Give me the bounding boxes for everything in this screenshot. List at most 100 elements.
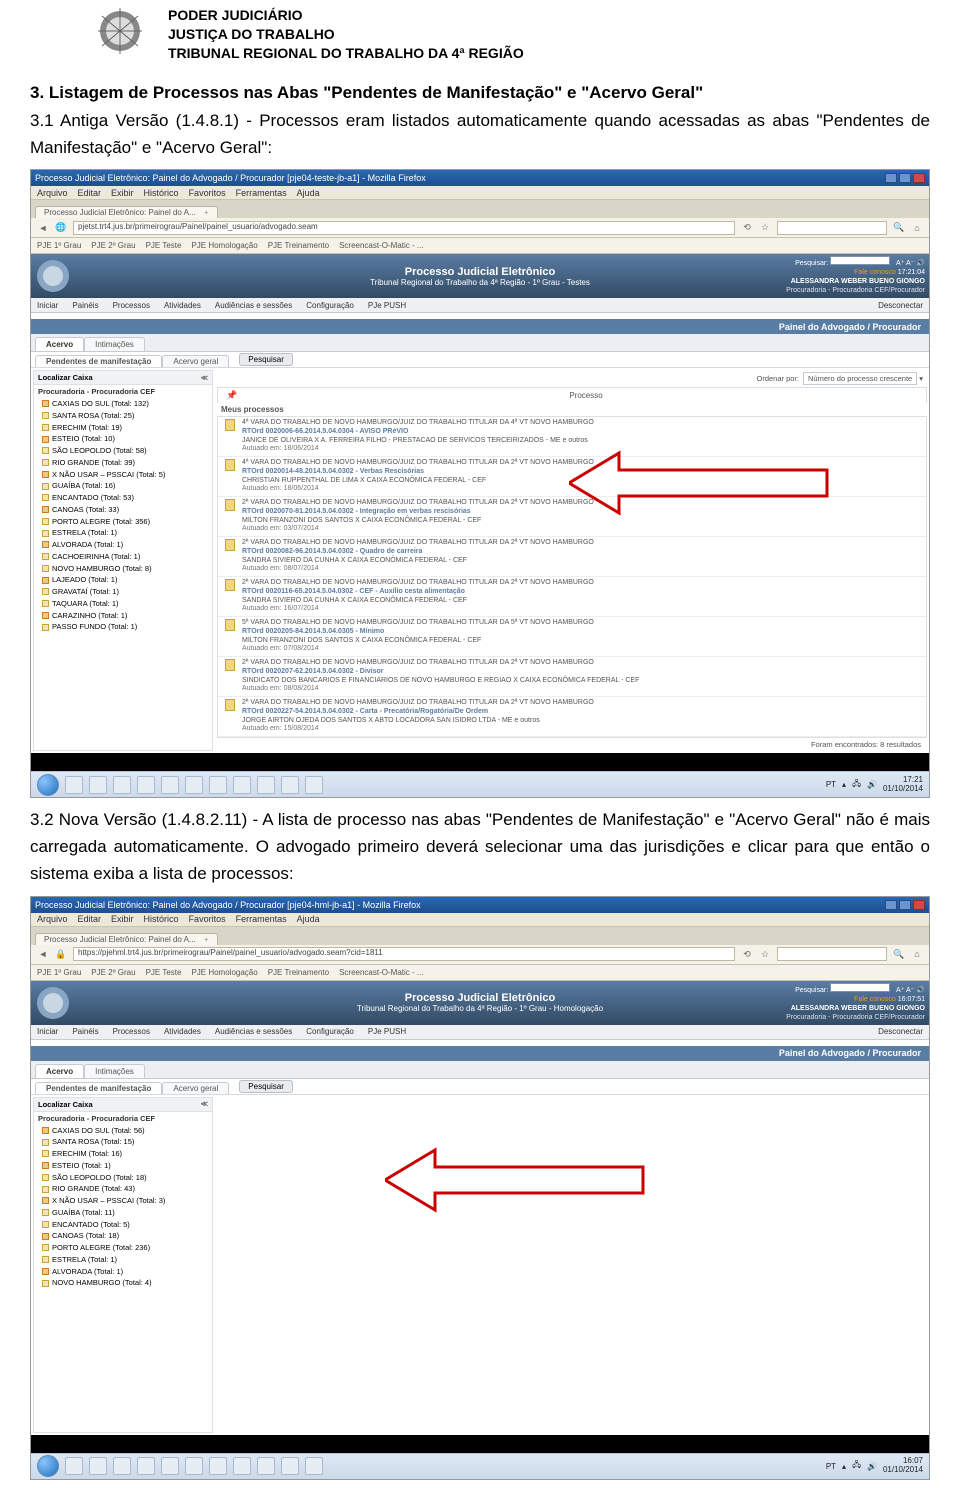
sidebar-item[interactable]: CANOAS (Total: 33) [42,504,212,516]
home-icon[interactable]: ⌂ [911,222,923,234]
process-flag-icon[interactable] [222,539,238,574]
subtab-acervo-geral[interactable]: Acervo geral [162,1082,229,1094]
sidebar-item[interactable]: SÃO LEOPOLDO (Total: 18) [42,1172,212,1184]
menu-pjepush[interactable]: PJe PUSH [368,301,406,310]
bookmark-star-icon[interactable]: ☆ [759,222,771,234]
bookmark-link[interactable]: PJE 1º Grau [37,241,81,250]
process-flag-icon[interactable] [222,579,238,614]
sidebar-item[interactable]: ERECHIM (Total: 16) [42,1148,212,1160]
reload-icon[interactable]: ⟲ [741,222,753,234]
tab-acervo[interactable]: Acervo [35,337,84,351]
taskbar-app-icon[interactable] [185,1457,203,1475]
menu-exibir[interactable]: Exibir [111,914,134,924]
menu-configuracao[interactable]: Configuração [306,301,354,310]
reload-icon[interactable]: ⟲ [741,948,753,960]
menu-audiencias[interactable]: Audiências e sessões [215,301,292,310]
home-icon[interactable]: ⌂ [911,948,923,960]
bookmark-link[interactable]: PJE 2º Grau [91,241,135,250]
taskbar-lang[interactable]: PT [826,780,836,789]
taskbar-app-icon[interactable] [305,776,323,794]
taskbar-app-icon[interactable] [113,1457,131,1475]
menu-ajuda[interactable]: Ajuda [297,914,320,924]
tab-intimacoes[interactable]: Intimações [84,337,145,351]
accessibility-icons[interactable]: A⁺ A⁻ 🔊 [896,260,925,267]
back-icon[interactable]: ◄ [37,222,49,234]
menu-processos[interactable]: Processos [113,301,150,310]
menu-iniciar[interactable]: Iniciar [37,301,58,310]
menu-favoritos[interactable]: Favoritos [189,914,226,924]
sidebar-item[interactable]: ESTEIO (Total: 1) [42,1160,212,1172]
minimize-button[interactable] [885,173,897,183]
taskbar-app-icon[interactable] [209,776,227,794]
menu-ferramentas[interactable]: Ferramentas [236,914,287,924]
sidebar-item[interactable]: ENCANTADO (Total: 53) [42,492,212,504]
bookmark-link[interactable]: Screencast-O-Matic - ... [339,241,423,250]
menu-atividades[interactable]: Atividades [164,1027,201,1036]
taskbar-ie-icon[interactable] [65,1457,83,1475]
menu-paineis[interactable]: Painéis [72,301,98,310]
sidebar-item[interactable]: LAJEADO (Total: 1) [42,574,212,586]
menu-historico[interactable]: Histórico [144,914,179,924]
sidebar-item[interactable]: TAQUARA (Total: 1) [42,598,212,610]
taskbar-app-icon[interactable] [209,1457,227,1475]
sidebar-item[interactable]: ESTRELA (Total: 1) [42,1254,212,1266]
search-icon[interactable]: 🔍 [893,222,905,234]
menu-atividades[interactable]: Atividades [164,301,201,310]
tray-network-icon[interactable]: 🖧 [852,778,861,792]
process-row[interactable]: 2ª VARA DO TRABALHO DE NOVO HAMBURGO/JUI… [218,537,926,577]
menu-ajuda[interactable]: Ajuda [297,188,320,198]
sidebar-item[interactable]: SANTA ROSA (Total: 25) [42,410,212,422]
menu-pjepush[interactable]: PJe PUSH [368,1027,406,1036]
sidebar-item[interactable]: NOVO HAMBURGO (Total: 8) [42,563,212,575]
taskbar-app-icon[interactable] [113,776,131,794]
maximize-button[interactable] [899,173,911,183]
taskbar-app-icon[interactable] [137,776,155,794]
menu-exibir[interactable]: Exibir [111,188,134,198]
tray-flag-icon[interactable]: ▴ [842,1462,846,1471]
bookmark-link[interactable]: Screencast-O-Matic - ... [339,968,423,977]
taskbar-app-icon[interactable] [137,1457,155,1475]
taskbar-firefox-icon[interactable] [281,776,299,794]
process-row[interactable]: 2ª VARA DO TRABALHO DE NOVO HAMBURGO/JUI… [218,577,926,617]
menu-arquivo[interactable]: Arquivo [37,188,68,198]
sidebar-item[interactable]: SANTA ROSA (Total: 15) [42,1136,212,1148]
sidebar-item[interactable]: RIO GRANDE (Total: 43) [42,1183,212,1195]
bookmark-link[interactable]: PJE 2º Grau [91,968,135,977]
menu-paineis[interactable]: Painéis [72,1027,98,1036]
pin-icon[interactable]: 📌 [226,390,237,400]
menu-editar[interactable]: Editar [78,914,102,924]
subtab-pendentes[interactable]: Pendentes de manifestação [35,1082,162,1094]
close-button[interactable] [913,900,925,910]
desconectar-link[interactable]: Desconectar [878,301,923,310]
start-button[interactable] [37,774,59,796]
process-flag-icon[interactable] [222,499,238,534]
header-search-input[interactable] [830,256,890,265]
taskbar-app-icon[interactable] [257,1457,275,1475]
menu-processos[interactable]: Processos [113,1027,150,1036]
tray-volume-icon[interactable]: 🔊 [867,1462,877,1471]
sidebar-item[interactable]: RIO GRANDE (Total: 39) [42,457,212,469]
menu-favoritos[interactable]: Favoritos [189,188,226,198]
process-flag-icon[interactable] [222,619,238,654]
browser-search-input[interactable] [777,947,887,961]
browser-tab[interactable]: Processo Judicial Eletrônico: Painel do … [35,206,218,218]
process-row[interactable]: 2ª VARA DO TRABALHO DE NOVO HAMBURGO/JUI… [218,697,926,737]
collapse-icon[interactable]: ≪ [201,1100,208,1108]
url-input[interactable]: pjetst.trt4.jus.br/primeirograu/Painel/p… [73,221,735,235]
process-row[interactable]: 4ª VARA DO TRABALHO DE NOVO HAMBURGO/JUI… [218,457,926,497]
menu-iniciar[interactable]: Iniciar [37,1027,58,1036]
sidebar-root[interactable]: Procuradoria - Procuradoria CEF [34,1112,212,1125]
subtab-pendentes[interactable]: Pendentes de manifestação [35,355,162,367]
sidebar-item[interactable]: X NÃO USAR – PSSCAI (Total: 3) [42,1195,212,1207]
subtab-acervo-geral[interactable]: Acervo geral [162,355,229,367]
header-search-input[interactable] [830,983,890,992]
pesquisar-button[interactable]: Pesquisar [239,353,293,366]
start-button[interactable] [37,1455,59,1477]
taskbar-ie-icon[interactable] [65,776,83,794]
taskbar-word-icon[interactable] [233,776,251,794]
menu-historico[interactable]: Histórico [144,188,179,198]
taskbar-app-icon[interactable] [185,776,203,794]
sidebar-item[interactable]: ALVORADA (Total: 1) [42,539,212,551]
taskbar-app-icon[interactable] [161,776,179,794]
firefox-menubar[interactable]: Arquivo Editar Exibir Histórico Favorito… [31,186,929,200]
